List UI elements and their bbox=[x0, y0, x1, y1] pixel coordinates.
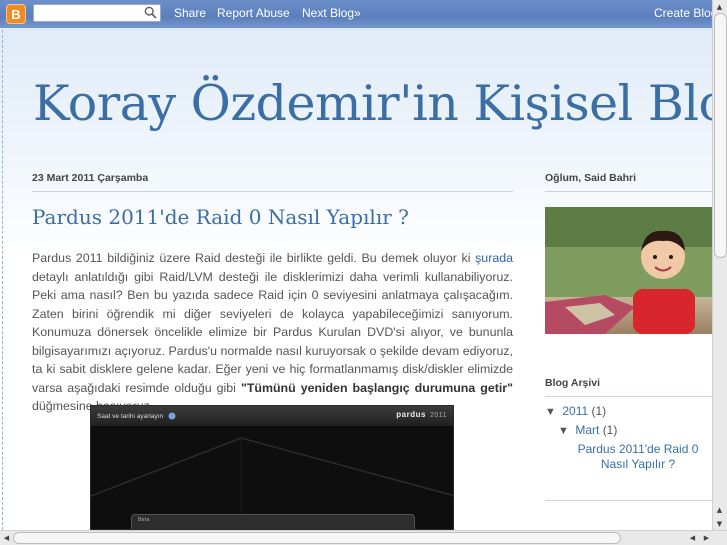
scroll-up-icon[interactable]: ▲ bbox=[713, 0, 726, 13]
screenshot-brand: pardus 2011 bbox=[396, 410, 447, 419]
sidebar-divider bbox=[545, 191, 713, 192]
share-link[interactable]: Share bbox=[174, 6, 206, 20]
horizontal-scrollbar[interactable]: ◀ ◀ ▶ bbox=[0, 530, 727, 545]
archive-month-item: ▼ Mart (1) bbox=[558, 423, 617, 437]
sidebar-photo bbox=[545, 207, 713, 334]
post-link-surada[interactable]: şurada bbox=[475, 251, 513, 265]
help-icon bbox=[168, 412, 176, 420]
archive-year-link[interactable]: 2011 bbox=[562, 404, 588, 418]
post-title[interactable]: Pardus 2011'de Raid 0 Nasıl Yapılır ? bbox=[32, 205, 409, 229]
post-date: 23 Mart 2011 Çarşamba bbox=[32, 172, 149, 184]
sidebar-archive-title: Blog Arşivi bbox=[545, 377, 601, 389]
triangle-down-icon[interactable]: ▼ bbox=[545, 406, 559, 418]
horizontal-scroll-thumb[interactable] bbox=[13, 532, 621, 544]
vertical-scroll-thumb[interactable] bbox=[714, 13, 727, 258]
post-body: Pardus 2011 bildiğiniz üzere Raid desteğ… bbox=[32, 249, 513, 416]
post-text-1: Pardus 2011 bildiğiniz üzere Raid desteğ… bbox=[32, 251, 476, 265]
archive-month-count: (1) bbox=[602, 423, 618, 437]
create-blog-link[interactable]: Create Blog bbox=[654, 6, 717, 20]
next-blog-link[interactable]: Next Blog» bbox=[302, 6, 361, 20]
post-text-2: detaylı anlatıldığı gibi Raid/LVM desteğ… bbox=[32, 269, 513, 395]
post-bold-text: "Tümünü yeniden başlangıç durumuna getir… bbox=[240, 380, 513, 395]
report-abuse-link[interactable]: Report Abuse bbox=[217, 6, 290, 20]
screenshot-panel: Beta bbox=[131, 514, 415, 529]
scroll-left-icon[interactable]: ◀ bbox=[0, 531, 13, 544]
sidebar-divider-2 bbox=[545, 396, 713, 397]
date-divider bbox=[32, 191, 513, 192]
screenshot-window-bar: Saat ve tarihi ayarlayın pardus 2011 bbox=[91, 406, 453, 426]
search-icon[interactable] bbox=[144, 6, 157, 19]
scroll-left-icon[interactable]: ◀ bbox=[686, 531, 699, 544]
archive-month-link[interactable]: Mart bbox=[575, 423, 599, 437]
scroll-up-icon[interactable]: ▲ bbox=[713, 503, 726, 516]
sidebar-divider-3 bbox=[545, 500, 713, 501]
archive-post-link[interactable]: Pardus 2011'de Raid 0 Nasıl Yapılır ? bbox=[573, 442, 703, 471]
blogger-navbar: B Share Report Abuse Next Blog» Create B… bbox=[0, 0, 727, 28]
scroll-right-icon[interactable]: ▶ bbox=[700, 531, 713, 544]
sidebar-photo-title: Oğlum, Said Bahri bbox=[545, 172, 637, 184]
search-box bbox=[33, 4, 161, 22]
blog-title[interactable]: Koray Özdemir'in Kişisel Blog bbox=[33, 75, 727, 132]
triangle-down-icon[interactable]: ▼ bbox=[558, 425, 572, 437]
scroll-down-icon[interactable]: ▼ bbox=[713, 517, 726, 530]
screenshot-window-title: Saat ve tarihi ayarlayın bbox=[97, 412, 164, 420]
blogger-logo-icon[interactable]: B bbox=[6, 4, 26, 24]
search-input[interactable] bbox=[37, 6, 145, 22]
post-screenshot-image[interactable]: Saat ve tarihi ayarlayın pardus 2011 Beta bbox=[90, 405, 454, 530]
vertical-scrollbar[interactable]: ▲ ▲ ▼ bbox=[712, 0, 727, 531]
archive-year-item: ▼ 2011 (1) bbox=[545, 404, 606, 418]
archive-year-count: (1) bbox=[591, 404, 607, 418]
